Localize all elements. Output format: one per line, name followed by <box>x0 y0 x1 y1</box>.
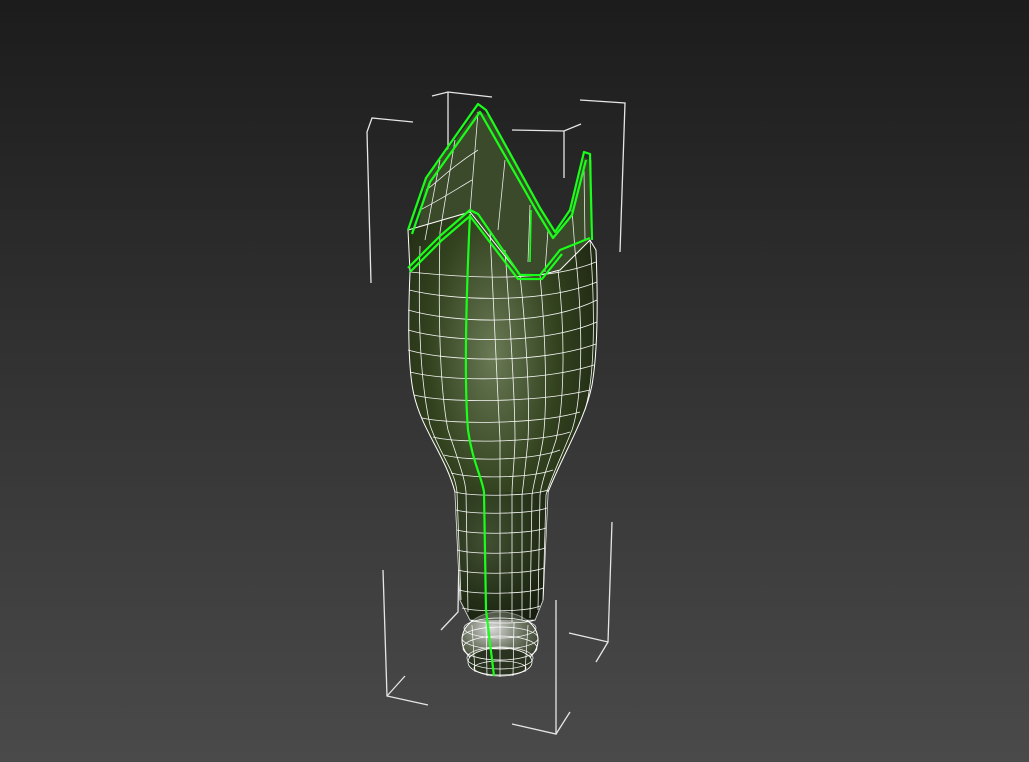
bbox-corner-top-back <box>431 91 493 98</box>
bbox-corner-bottom-left <box>382 569 429 706</box>
bbox-edge-bottom-right-b <box>555 711 571 735</box>
perspective-viewport[interactable] <box>0 0 1029 762</box>
bbox-corner-right-low <box>568 521 613 643</box>
bbox-edge-right-low <box>595 641 609 663</box>
bottle-scene[interactable] <box>0 0 1029 762</box>
rim-back-edge <box>529 209 532 263</box>
bbox-corner-top-left <box>366 117 414 284</box>
bbox-edge-bottom-left <box>386 675 406 697</box>
bbox-corner-top-mid <box>511 123 582 132</box>
